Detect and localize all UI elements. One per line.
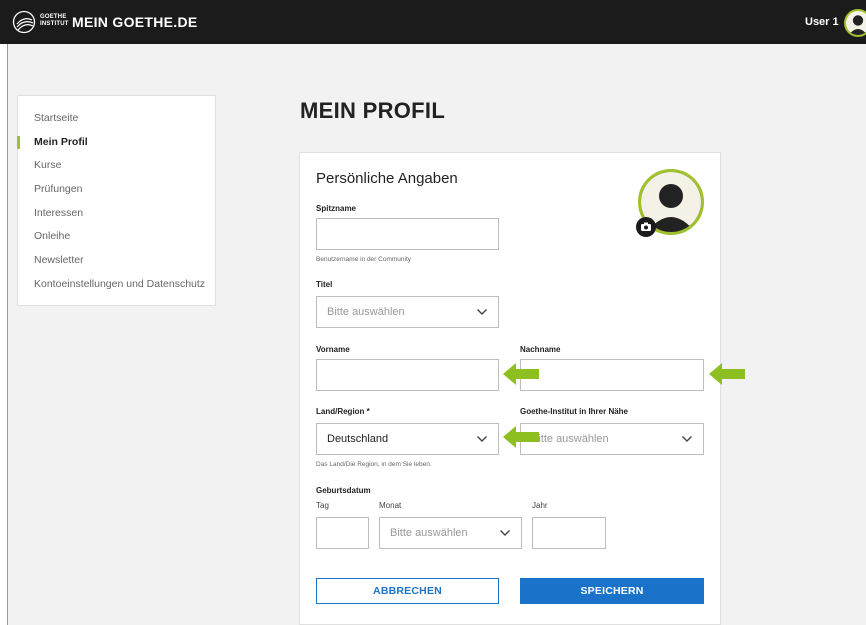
year-label: Jahr — [532, 501, 548, 510]
month-select-value: Bitte auswählen — [390, 527, 468, 539]
chevron-down-icon — [500, 530, 510, 536]
birthdate-label: Geburtsdatum — [316, 486, 371, 495]
sidebar-item-newsletter[interactable]: Newsletter — [34, 254, 84, 266]
nickname-label: Spitzname — [316, 204, 357, 213]
page-title: MEIN PROFIL — [300, 98, 446, 123]
day-label: Tag — [316, 501, 329, 510]
sidebar-item-kurse[interactable]: Kurse — [34, 159, 61, 171]
institute-select-value: Bitte auswählen — [531, 433, 609, 445]
title-select-value: Bitte auswählen — [327, 306, 405, 318]
chevron-down-icon — [477, 309, 487, 315]
site-title[interactable]: MEIN GOETHE.DE — [72, 14, 198, 30]
sidebar-item-pruefungen[interactable]: Prüfungen — [34, 183, 82, 195]
chevron-down-icon — [477, 436, 487, 442]
profile-form-card: Persönliche Angaben Spitzname Benutzerna… — [299, 152, 721, 625]
section-title: Persönliche Angaben — [316, 170, 458, 187]
year-input[interactable] — [532, 517, 606, 549]
country-select-value: Deutschland — [327, 433, 389, 445]
window-left-edge — [0, 0, 8, 625]
month-label: Monat — [379, 501, 402, 510]
top-bar: GOETHE INSTITUT MEIN GOETHE.DE User 1 — [0, 0, 866, 44]
nickname-input[interactable] — [316, 218, 499, 250]
country-hint: Das Land/Die Region, in dem Sie leben. — [316, 461, 432, 468]
chevron-down-icon — [682, 436, 692, 442]
day-input[interactable] — [316, 517, 369, 549]
goethe-logo-icon[interactable] — [12, 10, 36, 34]
sidebar-item-onleihe[interactable]: Onleihe — [34, 230, 70, 242]
arrow-left-icon — [503, 363, 539, 385]
first-name-input[interactable] — [316, 359, 499, 391]
nickname-hint: Benutzername in der Community — [316, 256, 412, 263]
title-label: Titel — [316, 280, 333, 289]
last-name-input[interactable] — [520, 359, 704, 391]
cancel-button[interactable]: ABBRECHEN — [316, 578, 499, 604]
arrow-left-icon — [709, 363, 745, 385]
user-name[interactable]: User 1 — [805, 16, 839, 28]
arrow-left-icon — [503, 426, 539, 448]
camera-icon[interactable] — [636, 217, 656, 237]
logo-text: GOETHE INSTITUT — [40, 14, 69, 27]
month-select[interactable]: Bitte auswählen — [379, 517, 522, 549]
country-select[interactable]: Deutschland — [316, 423, 499, 455]
institute-label: Goethe-Institut in Ihrer Nähe — [520, 407, 629, 416]
save-button[interactable]: SPEICHERN — [520, 578, 704, 604]
country-label: Land/Region * — [316, 407, 370, 416]
sidebar-item-mein-profil[interactable]: Mein Profil — [34, 136, 88, 148]
institute-select[interactable]: Bitte auswählen — [520, 423, 704, 455]
title-select[interactable]: Bitte auswählen — [316, 296, 499, 328]
active-indicator — [17, 136, 20, 149]
sidebar-item-startseite[interactable]: Startseite — [34, 112, 78, 124]
user-avatar-icon[interactable] — [844, 9, 866, 37]
sidebar-item-interessen[interactable]: Interessen — [34, 207, 83, 219]
first-name-label: Vorname — [316, 345, 350, 354]
last-name-label: Nachname — [520, 345, 561, 354]
sidebar-nav: Startseite Mein Profil Kurse Prüfungen I… — [17, 95, 216, 306]
sidebar-item-kontoeinstellungen[interactable]: Kontoeinstellungen und Datenschutz — [34, 278, 205, 290]
